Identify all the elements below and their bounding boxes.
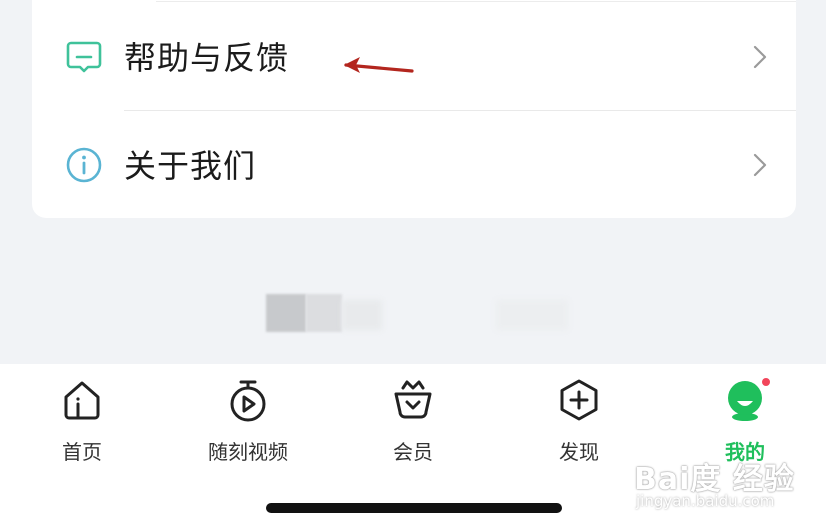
tab-home[interactable]: 首页 xyxy=(22,376,142,464)
notification-badge xyxy=(760,376,772,388)
help-feedback-icon xyxy=(66,41,102,73)
avatar-icon xyxy=(728,381,762,421)
info-icon xyxy=(66,147,102,183)
blurred-content xyxy=(306,294,342,332)
blurred-content xyxy=(342,300,382,330)
tab-vip[interactable]: 会员 xyxy=(353,376,473,464)
play-clock-icon xyxy=(230,380,266,422)
tab-mine[interactable]: 我的 xyxy=(685,376,805,464)
tab-discover-label: 发现 xyxy=(559,440,599,464)
blurred-content xyxy=(266,294,306,332)
tab-video[interactable]: 随刻视频 xyxy=(188,376,308,464)
settings-card: 帮助与反馈 关于我们 xyxy=(32,0,796,218)
about-us-label: 关于我们 xyxy=(124,147,257,185)
hexagon-plus-icon xyxy=(560,379,598,421)
tab-home-label: 首页 xyxy=(62,440,102,464)
annotation-arrow-icon xyxy=(344,57,414,73)
home-icon xyxy=(64,381,100,420)
tab-video-label: 随刻视频 xyxy=(208,440,288,464)
blurred-content xyxy=(496,300,568,330)
chevron-right-icon xyxy=(753,45,767,69)
chevron-right-icon xyxy=(753,153,767,177)
crown-basket-icon xyxy=(394,380,432,419)
tab-vip-label: 会员 xyxy=(393,440,433,464)
home-indicator[interactable] xyxy=(266,503,562,513)
about-us-row[interactable]: 关于我们 xyxy=(32,110,796,218)
tab-discover[interactable]: 发现 xyxy=(519,376,639,464)
help-feedback-label: 帮助与反馈 xyxy=(124,39,290,77)
baidu-watermark-url: jingyan.baidu.com xyxy=(636,492,775,510)
